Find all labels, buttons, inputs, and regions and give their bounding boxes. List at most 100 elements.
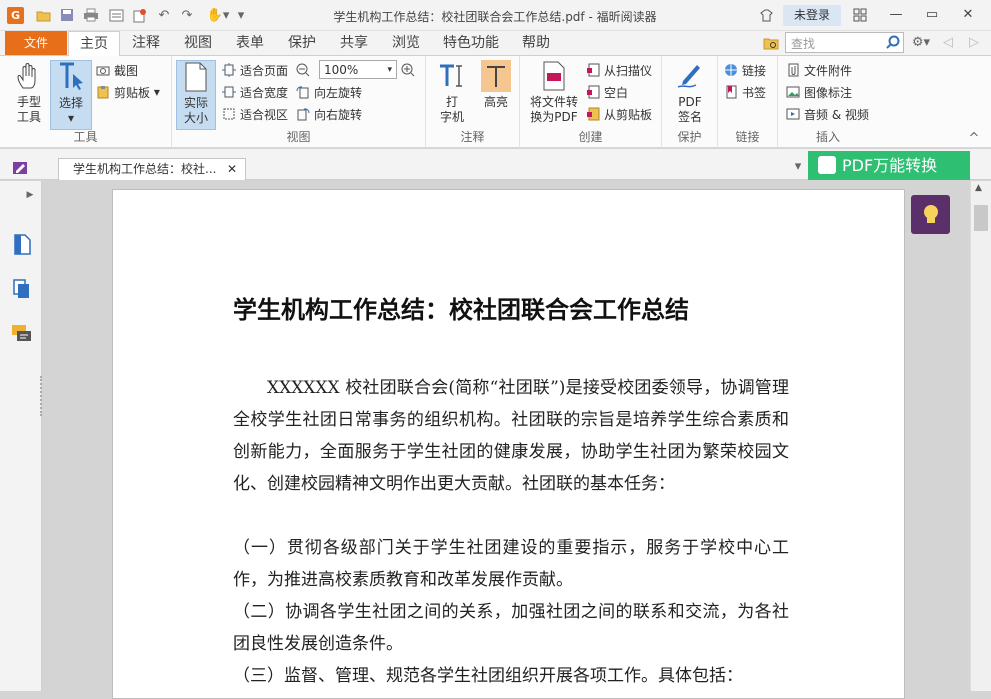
vertical-scrollbar[interactable]: ▲	[970, 181, 991, 691]
pen-sign-icon	[675, 60, 705, 92]
zoom-select[interactable]: 100% ▾	[319, 60, 397, 79]
navigation-panel: ▶	[0, 181, 42, 691]
maximize-button[interactable]: ▭	[922, 6, 942, 24]
undo-icon[interactable]: ↶	[156, 7, 172, 23]
page-thumbnails-icon[interactable]	[12, 233, 32, 255]
clipboard-icon	[96, 85, 110, 99]
tab-browse[interactable]: 浏览	[384, 31, 428, 56]
customize-toolbar-icon[interactable]: ▾	[233, 7, 249, 23]
pdf-convert-banner[interactable]: PDF万能转换	[808, 151, 970, 180]
tab-comment[interactable]: 注释	[124, 31, 168, 56]
properties-icon[interactable]	[108, 7, 124, 23]
fit-page-icon	[222, 63, 236, 77]
media-icon	[786, 107, 800, 121]
paragraph-item-2: （二）协调各学生社团之间的关系，加强社团之间的联系和交流，为各社团良性发展创造条…	[233, 602, 789, 654]
annotate-group: 打 字机 高亮 注释	[426, 56, 520, 148]
fit-page-button[interactable]: 适合页面	[222, 60, 288, 80]
back-icon[interactable]: ◁	[940, 34, 956, 50]
settings-gear-icon[interactable]: ⚙▾	[908, 34, 934, 50]
tab-home[interactable]: 主页	[68, 31, 120, 57]
app-logo-icon: G	[7, 7, 24, 24]
actual-size-button[interactable]: 实际 大小	[176, 60, 216, 130]
save-icon[interactable]	[59, 7, 75, 23]
ribbon: 手型 工具 选择 ▾ 截图 剪贴板 ▾ 工具 实际 大小 适合页面 适合宽度 适…	[0, 56, 991, 148]
title-bar: G ↶ ↷ ✋▾ ▾ 学生机构工作总结：校社团联合会工作总结.pdf - 福昕阅…	[0, 0, 991, 31]
tab-list-dropdown-icon[interactable]: ▾	[790, 158, 806, 174]
document-tab[interactable]: 学生机构工作总结：校社... ✕	[58, 158, 246, 180]
redo-icon[interactable]: ↷	[179, 7, 195, 23]
tab-form[interactable]: 表单	[228, 31, 272, 56]
from-scanner-button[interactable]: 从扫描仪	[586, 60, 652, 80]
attachment-icon	[786, 63, 800, 77]
screenshot-button[interactable]: 截图	[96, 60, 138, 80]
comments-icon[interactable]	[11, 323, 33, 345]
forward-icon[interactable]: ▷	[966, 34, 982, 50]
hand-dropdown-icon[interactable]: ✋▾	[204, 7, 232, 23]
paragraph-item-3: （三）监督、管理、规范各学生社团组织开展各项工作。具体包括：	[233, 666, 743, 686]
tools-group: 手型 工具 选择 ▾ 截图 剪贴板 ▾ 工具	[0, 56, 172, 148]
links-group-label: 链接	[735, 130, 760, 144]
close-tab-icon[interactable]: ✕	[227, 159, 237, 180]
skin-icon[interactable]	[758, 7, 774, 23]
pdf-page: 学生机构工作总结：校社团联合会工作总结 XXXXXX 校社团联合会(简称“社团联…	[112, 189, 905, 699]
minimize-button[interactable]: —	[886, 6, 906, 24]
close-button[interactable]: ✕	[958, 6, 978, 24]
document-viewport[interactable]: 学生机构工作总结：校社团联合会工作总结 XXXXXX 校社团联合会(简称“社团联…	[43, 181, 969, 699]
convert-icon	[818, 156, 836, 174]
view-group: 实际 大小 适合页面 适合宽度 适合视区 100% ▾ 向左旋转 向右旋转 视图	[172, 56, 426, 148]
annotate-group-label: 注释	[460, 130, 485, 144]
open-icon[interactable]	[35, 7, 51, 23]
fit-visible-button[interactable]: 适合视区	[222, 104, 288, 124]
login-button[interactable]: 未登录	[783, 5, 841, 26]
insert-group-label: 插入	[815, 130, 840, 144]
bookmark-icon	[724, 85, 738, 99]
blank-page-button[interactable]: 空白	[586, 82, 628, 102]
layers-icon[interactable]	[12, 278, 32, 300]
collapse-ribbon-icon[interactable]: ^	[966, 130, 982, 146]
typewriter-button[interactable]: 打 字机	[432, 60, 472, 125]
link-button[interactable]: 链接	[724, 60, 766, 80]
search-icon[interactable]	[885, 34, 901, 50]
zoom-out-button[interactable]	[296, 60, 314, 80]
fit-width-label: 适合宽度	[240, 85, 289, 100]
camera-icon	[96, 63, 110, 77]
from-clipboard-button[interactable]: 从剪贴板	[586, 104, 652, 124]
audio-video-button[interactable]: 音频 & 视频	[786, 104, 869, 124]
grid-layout-icon[interactable]	[852, 7, 868, 23]
print-icon[interactable]	[83, 7, 99, 23]
tab-file[interactable]: 文件	[5, 31, 67, 55]
scroll-thumb[interactable]	[974, 205, 988, 231]
tab-help[interactable]: 帮助	[514, 31, 558, 56]
create-group-label: 创建	[578, 130, 603, 144]
highlight-button[interactable]: 高亮	[476, 60, 516, 110]
bookmark-button[interactable]: 书签	[724, 82, 766, 102]
tab-share[interactable]: 共享	[332, 31, 376, 56]
select-tool-button[interactable]: 选择 ▾	[50, 60, 92, 130]
from-clipboard-icon	[586, 107, 600, 121]
from-clipboard-label: 从剪贴板	[604, 107, 653, 122]
clipboard-button[interactable]: 剪贴板 ▾	[96, 82, 160, 102]
find-folder-icon[interactable]	[763, 35, 779, 51]
zoom-in-button[interactable]	[401, 60, 419, 80]
convert-banner-label: PDF万能转换	[842, 156, 938, 175]
hand-tool-label: 手型 工具	[16, 95, 41, 124]
file-attachment-button[interactable]: 文件附件	[786, 60, 852, 80]
expand-panel-icon[interactable]: ▶	[22, 187, 38, 203]
pdf-sign-button[interactable]: PDF 签名	[668, 60, 712, 125]
rotate-right-button[interactable]: 向右旋转	[296, 104, 362, 124]
image-annotation-button[interactable]: 图像标注	[786, 82, 852, 102]
convert-to-pdf-button[interactable]: 将文件转 换为PDF	[524, 60, 584, 125]
new-document-icon[interactable]	[131, 7, 147, 23]
tab-protect[interactable]: 保护	[280, 31, 324, 56]
tab-features[interactable]: 特色功能	[436, 31, 506, 56]
start-page-icon[interactable]	[12, 160, 28, 176]
tab-view[interactable]: 视图	[176, 31, 220, 56]
document-tab-bar: 学生机构工作总结：校社... ✕ ▾ PDF万能转换	[0, 149, 991, 180]
actual-size-icon	[181, 61, 211, 93]
tips-bulb-button[interactable]	[911, 195, 950, 234]
fit-width-button[interactable]: 适合宽度	[222, 82, 288, 102]
hand-tool-button[interactable]: 手型 工具	[8, 60, 50, 125]
convert-pdf-icon	[539, 60, 569, 92]
rotate-left-button[interactable]: 向左旋转	[296, 82, 362, 102]
scroll-up-icon[interactable]: ▲	[975, 183, 982, 193]
